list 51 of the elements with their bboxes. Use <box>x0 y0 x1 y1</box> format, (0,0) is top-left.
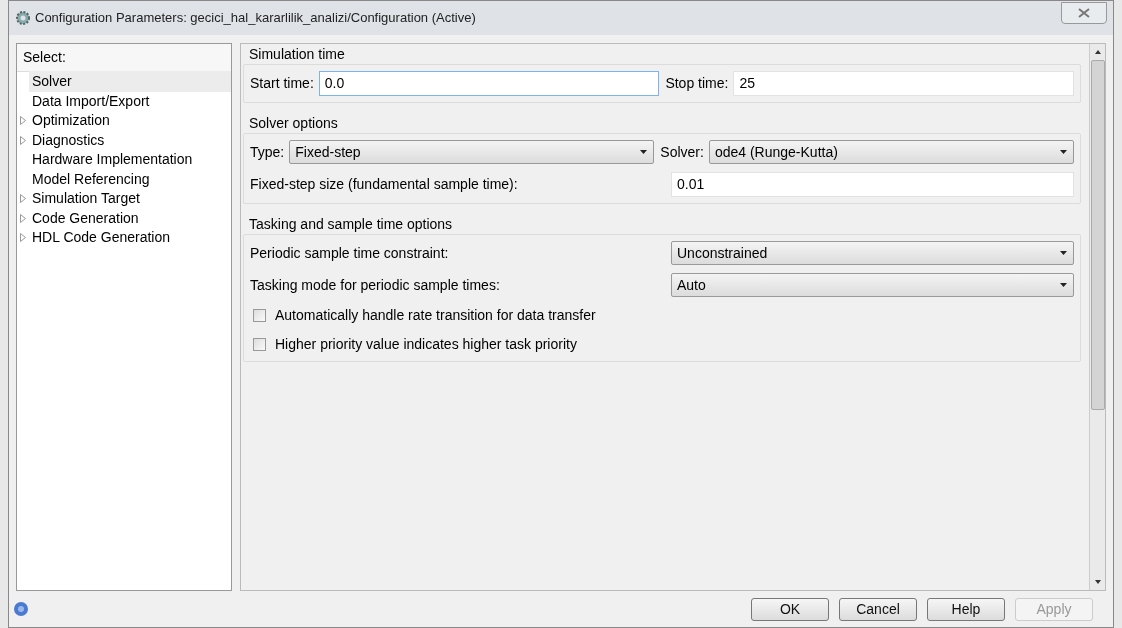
caret-icon <box>1060 283 1067 287</box>
caret-icon <box>640 150 648 154</box>
expand-arrow-icon[interactable] <box>20 135 26 145</box>
tree-item[interactable]: Model Referencing <box>29 168 231 190</box>
gear-icon <box>15 10 31 26</box>
tree-item[interactable]: Simulation Target <box>29 188 231 210</box>
section-title: Tasking and sample time options <box>248 215 454 234</box>
input-field[interactable]: 25 <box>733 71 1074 96</box>
dropdown[interactable]: Auto <box>671 273 1074 297</box>
tree-item[interactable]: HDL Code Generation <box>29 227 231 249</box>
checkbox-label: Automatically handle rate transition for data transfer <box>275 306 596 325</box>
section-title: Solver options <box>248 114 339 133</box>
tree-item[interactable]: Diagnostics <box>29 129 231 151</box>
help-icon[interactable] <box>13 601 29 617</box>
field-label: Type: <box>250 142 285 162</box>
panel-heading: Select: <box>17 44 231 72</box>
tree-item[interactable]: Hardware Implementation <box>29 149 231 171</box>
expand-arrow-icon[interactable] <box>20 116 26 126</box>
dialog-button[interactable]: Cancel <box>839 597 917 621</box>
dropdown[interactable]: Fixed-step <box>289 140 655 164</box>
window-title: Configuration Parameters: gecici_hal_kararlilik_analizi/Configuration (Active) <box>35 9 476 28</box>
scrollbar[interactable] <box>1089 44 1105 590</box>
section-title: Simulation time <box>248 45 346 64</box>
tree-item[interactable]: Data Import/Export <box>29 90 231 112</box>
scroll-thumb[interactable] <box>1090 60 1105 410</box>
field-label: Tasking mode for periodic sample times: <box>250 275 501 295</box>
close-icon <box>1078 8 1090 18</box>
expand-arrow-icon[interactable] <box>20 213 26 223</box>
field-label: Start time: <box>250 74 314 93</box>
close-button[interactable] <box>1061 2 1107 24</box>
dialog-button[interactable]: Help <box>927 597 1005 621</box>
tree-item[interactable]: Optimization <box>29 110 231 132</box>
tree-item[interactable]: Code Generation <box>29 207 231 229</box>
checkbox[interactable] <box>253 309 266 322</box>
input-field[interactable]: 0.01 <box>671 172 1074 197</box>
caret-icon <box>1060 251 1067 255</box>
checkbox-label: Higher priority value indicates higher task priority <box>275 335 577 354</box>
dropdown[interactable]: ode4 (Runge-Kutta) <box>708 140 1074 164</box>
field-label: Solver: <box>660 142 704 162</box>
tree-item[interactable]: Solver <box>29 71 231 93</box>
dropdown[interactable]: Unconstrained <box>671 241 1074 265</box>
caret-icon <box>1060 150 1067 154</box>
expand-arrow-icon[interactable] <box>20 233 26 243</box>
input-field[interactable]: 0.0 <box>318 71 660 96</box>
field-label: Stop time: <box>665 74 729 93</box>
dialog-button[interactable]: OK <box>751 597 829 621</box>
field-label: Fixed-step size (fundamental sample time): <box>250 175 519 194</box>
dialog-button: Apply <box>1015 597 1093 621</box>
checkbox[interactable] <box>253 338 266 351</box>
expand-arrow-icon[interactable] <box>20 194 26 204</box>
field-label: Periodic sample time constraint: <box>250 243 450 263</box>
